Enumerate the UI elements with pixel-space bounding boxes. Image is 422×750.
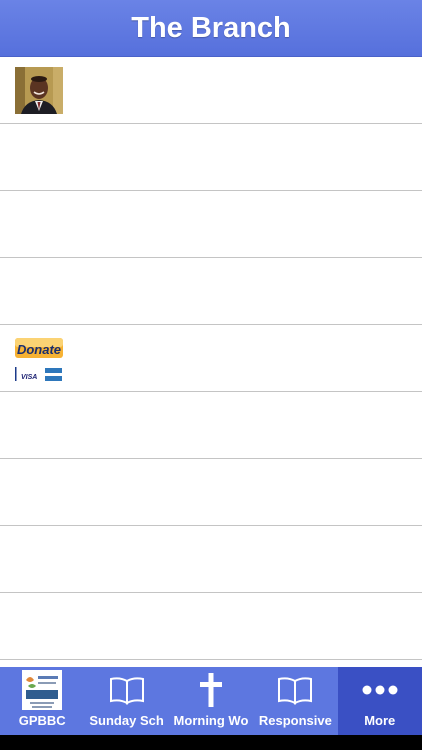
tab-responsive[interactable]: Responsive	[253, 667, 337, 735]
list-item[interactable]	[0, 258, 422, 325]
list-item[interactable]	[0, 593, 422, 660]
tab-label: More	[364, 713, 396, 728]
church-logo-icon	[0, 667, 84, 713]
list-item[interactable]	[0, 392, 422, 459]
page-title: The Branch	[131, 11, 291, 44]
tab-more[interactable]: More	[337, 667, 422, 735]
book-icon	[253, 667, 337, 713]
list-item[interactable]	[0, 124, 422, 191]
content-list[interactable]: Donate VISA	[0, 57, 422, 667]
list-item[interactable]	[0, 459, 422, 526]
list-item[interactable]	[0, 191, 422, 258]
home-indicator-area	[0, 735, 422, 750]
donate-badge: Donate VISA	[15, 335, 63, 382]
tab-gpbbc[interactable]: GPBBC	[0, 667, 84, 735]
visa-label: VISA	[21, 374, 37, 381]
app-header: The Branch	[0, 0, 422, 57]
tab-sunday-school[interactable]: Sunday Sch	[84, 667, 168, 735]
tab-label: Morning Wo	[173, 713, 249, 728]
list-item[interactable]: Donate VISA	[0, 325, 422, 392]
tab-morning-worship[interactable]: Morning Wo	[169, 667, 253, 735]
book-icon	[84, 667, 168, 713]
tab-label: GPBBC	[18, 713, 66, 728]
tab-bar: GPBBC Sunday Sch Morning Wo Responsive M…	[0, 667, 422, 735]
pastor-photo	[15, 67, 63, 114]
donate-label: Donate	[17, 342, 61, 357]
list-item[interactable]	[0, 526, 422, 593]
tab-label: Responsive	[258, 713, 332, 728]
cross-icon	[169, 667, 253, 713]
tab-label: Sunday Sch	[89, 713, 164, 728]
more-dots-icon	[338, 667, 422, 713]
list-item[interactable]	[0, 57, 422, 124]
